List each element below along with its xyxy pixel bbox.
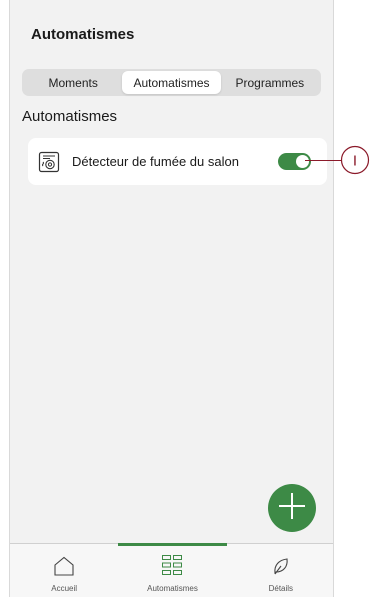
- section-title: Automatismes: [22, 108, 118, 125]
- plus-icon: [277, 491, 307, 526]
- app-screen: Automatismes Moments Automatismes Progra…: [9, 0, 334, 597]
- tab-label-accueil: Accueil: [51, 584, 78, 593]
- add-automation-button[interactable]: [268, 484, 316, 532]
- callout-label: I: [353, 153, 357, 170]
- page-title: Automatismes: [31, 26, 135, 43]
- automation-card[interactable]: Détecteur de fumée du salon: [28, 138, 327, 185]
- tab-accueil[interactable]: Accueil: [10, 544, 118, 597]
- automation-label: Détecteur de fumée du salon: [72, 154, 239, 169]
- active-tab-indicator: [118, 543, 227, 546]
- bottom-tab-bar: Accueil Automatismes Détails: [10, 543, 333, 597]
- segment-programmes[interactable]: Programmes: [221, 71, 319, 94]
- segment-automatismes[interactable]: Automatismes: [122, 71, 221, 94]
- grid-icon: [161, 554, 183, 581]
- tab-details[interactable]: Détails: [227, 544, 333, 597]
- tab-label-automatismes: Automatismes: [147, 584, 198, 593]
- automation-toggle[interactable]: [278, 153, 311, 170]
- toggle-knob: [296, 155, 309, 168]
- segment-moments[interactable]: Moments: [24, 71, 122, 94]
- tab-label-details: Détails: [268, 584, 294, 593]
- callout-marker: I: [340, 145, 370, 175]
- leaf-icon: [271, 556, 291, 581]
- callout-line: [305, 160, 342, 161]
- home-icon: [53, 556, 75, 581]
- segmented-control: Moments Automatismes Programmes: [22, 69, 321, 96]
- smoke-detector-icon: [38, 151, 60, 173]
- tab-automatismes[interactable]: Automatismes: [118, 543, 227, 597]
